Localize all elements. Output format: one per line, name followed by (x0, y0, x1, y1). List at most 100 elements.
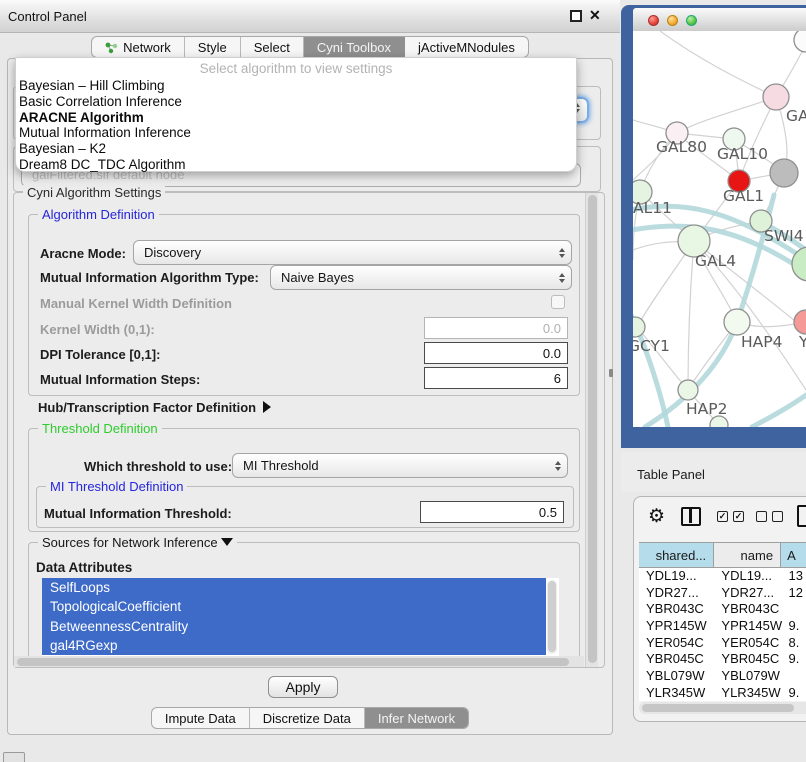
float-window-icon[interactable] (570, 10, 582, 22)
node-label: HAP4 (741, 333, 782, 351)
bottom-tab-infer-network[interactable]: Infer Network (365, 708, 468, 728)
node-label: GAL4 (695, 252, 736, 270)
settings-vertical-scrollbar[interactable] (585, 193, 598, 667)
network-window-titlebar[interactable] (633, 8, 806, 31)
table-row[interactable]: YPR145WYPR145W9. (639, 618, 806, 635)
expanded-arrow-icon (221, 538, 233, 546)
network-icon (105, 41, 118, 54)
column-header-3[interactable]: A (781, 543, 806, 567)
algorithm-option[interactable]: Mutual Information Inference (16, 125, 576, 141)
tab-label: Select (254, 40, 290, 55)
bottom-tab-impute-data[interactable]: Impute Data (152, 708, 250, 728)
hub-definition-toggle[interactable]: Hub/Transcription Factor Definition (38, 400, 271, 415)
checked-box-icon: ✓ (733, 511, 744, 522)
tab-jactivemnodules[interactable]: jActiveMNodules (405, 37, 528, 57)
network-node-hap2[interactable] (678, 380, 698, 400)
mi-type-combobox[interactable]: Naive Bayes (270, 265, 572, 290)
attribute-list-item[interactable]: gal4RGexp (42, 636, 546, 655)
close-traffic-light-icon[interactable] (648, 15, 659, 26)
manual-kernel-checkbox[interactable] (551, 295, 565, 309)
table-cell (782, 668, 806, 685)
kernel-width-label: Kernel Width (0,1): (40, 322, 155, 337)
table-cell: YBR043C (639, 601, 714, 618)
attributes-scrollbar[interactable] (547, 580, 557, 654)
algorithm-option[interactable]: ARACNE Algorithm (16, 110, 576, 126)
minimize-traffic-light-icon[interactable] (667, 15, 678, 26)
bottom-tab-discretize-data[interactable]: Discretize Data (250, 708, 365, 728)
select-all-columns-icon[interactable]: ✓ ✓ (717, 511, 744, 522)
network-node-y[interactable] (794, 310, 806, 334)
tab-label: jActiveMNodules (418, 40, 515, 55)
tab-label: Style (198, 40, 227, 55)
table-cell: YBR045C (714, 651, 781, 668)
node-label: SWI4 (764, 227, 804, 245)
node-label: Y (798, 333, 806, 351)
settings-panel-title: Cyni Algorithm Settings (23, 185, 165, 200)
network-edge-highlighted[interactable] (752, 395, 806, 427)
table-row[interactable]: YDR27...YDR27...12 (639, 585, 806, 602)
mi-steps-label: Mutual Information Steps: (40, 372, 200, 387)
node-label: GCY1 (633, 337, 670, 355)
attribute-list-item[interactable]: BetweennessCentrality (42, 617, 546, 636)
deselect-all-columns-icon[interactable] (756, 511, 783, 522)
sources-group-title[interactable]: Sources for Network Inference (38, 535, 237, 550)
table-panel: ⚙ ✓ ✓ shared...nameA YDL19...YDL19...13Y… (633, 496, 806, 722)
zoom-traffic-light-icon[interactable] (686, 15, 697, 26)
node-table: shared...nameA YDL19...YDL19...13YDR27..… (639, 542, 806, 701)
kernel-width-field[interactable]: 0.0 (424, 317, 568, 339)
table-panel-title: Table Panel (637, 467, 705, 482)
tab-network[interactable]: Network (92, 37, 185, 57)
table-cell: YBR043C (714, 601, 781, 618)
control-panel-tabs: Network Style Select Cyni Toolbox jActiveMNo… (0, 36, 620, 58)
algorithm-option[interactable]: Bayesian – Hill Climbing (16, 78, 576, 94)
control-panel-bottom-tabs: Impute DataDiscretize DataInfer Network (0, 707, 620, 729)
column-header-2[interactable]: name (714, 543, 781, 567)
screen: Control Panel ✕ NetworkStyleSelectCyni T… (0, 0, 806, 762)
settings-horizontal-scrollbar[interactable] (14, 656, 584, 667)
manual-kernel-label: Manual Kernel Width Definition (40, 296, 232, 311)
node-label: GAL (786, 107, 806, 125)
tab-cyni-toolbox[interactable]: Cyni Toolbox (304, 37, 405, 57)
split-table-icon[interactable] (681, 507, 701, 526)
aracne-mode-combobox[interactable]: Discovery (133, 240, 572, 265)
mi-steps-field[interactable]: 6 (424, 367, 568, 389)
network-node[interactable] (770, 159, 798, 187)
checked-box-icon: ✓ (717, 511, 728, 522)
table-cell: YER054C (639, 635, 714, 652)
close-icon[interactable]: ✕ (589, 7, 601, 24)
mi-threshold-field[interactable]: 0.5 (420, 501, 564, 523)
data-attributes-list: SelfLoopsTopologicalCoefficientBetweenne… (42, 578, 559, 656)
table-row[interactable]: YLR345WYLR345W9. (639, 685, 806, 701)
network-graph: GALGAL80GAL10GAL1GAL11SWI4GAL4GCY1HAP4YH… (633, 31, 806, 427)
apply-button[interactable]: Apply (268, 676, 338, 698)
algorithm-option[interactable]: Bayesian – K2 (16, 141, 576, 157)
dpi-tolerance-field[interactable]: 0.0 (424, 342, 568, 364)
table-row[interactable]: YER054CYER054C8. (639, 635, 806, 652)
network-edge-highlighted[interactable] (633, 295, 668, 427)
tab-style[interactable]: Style (185, 37, 241, 57)
table-cell: 9. (782, 685, 806, 701)
network-canvas[interactable]: GALGAL80GAL10GAL1GAL11SWI4GAL4GCY1HAP4YH… (633, 31, 806, 427)
table-row[interactable]: YBL079WYBL079W (639, 668, 806, 685)
network-edge[interactable] (660, 31, 776, 97)
attribute-list-item[interactable]: SelfLoops (42, 578, 546, 597)
table-horizontal-scrollbar[interactable] (639, 702, 806, 714)
table-row[interactable]: YBR045CYBR045C9. (639, 651, 806, 668)
new-table-icon[interactable] (797, 505, 806, 527)
which-threshold-combobox[interactable]: MI Threshold (232, 453, 568, 478)
network-node-hap4[interactable] (724, 309, 750, 335)
table-row[interactable]: YBR043CYBR043C (639, 601, 806, 618)
algorithm-option[interactable]: Basic Correlation Inference (16, 94, 576, 110)
tab-select[interactable]: Select (241, 37, 304, 57)
algorithm-option[interactable]: Dream8 DC_TDC Algorithm (16, 157, 576, 173)
network-node[interactable] (794, 31, 806, 52)
splitter-handle[interactable] (609, 369, 613, 377)
gear-icon[interactable]: ⚙ (648, 507, 665, 527)
table-cell: YPR145W (639, 618, 714, 635)
dpi-tolerance-label: DPI Tolerance [0,1]: (40, 347, 160, 362)
column-header-1[interactable]: shared... (639, 543, 714, 567)
network-edge[interactable] (688, 241, 694, 390)
attribute-list-item[interactable]: TopologicalCoefficient (42, 597, 546, 616)
table-row[interactable]: YDL19...YDL19...13 (639, 568, 806, 585)
minimized-panel-icon[interactable] (3, 752, 25, 762)
